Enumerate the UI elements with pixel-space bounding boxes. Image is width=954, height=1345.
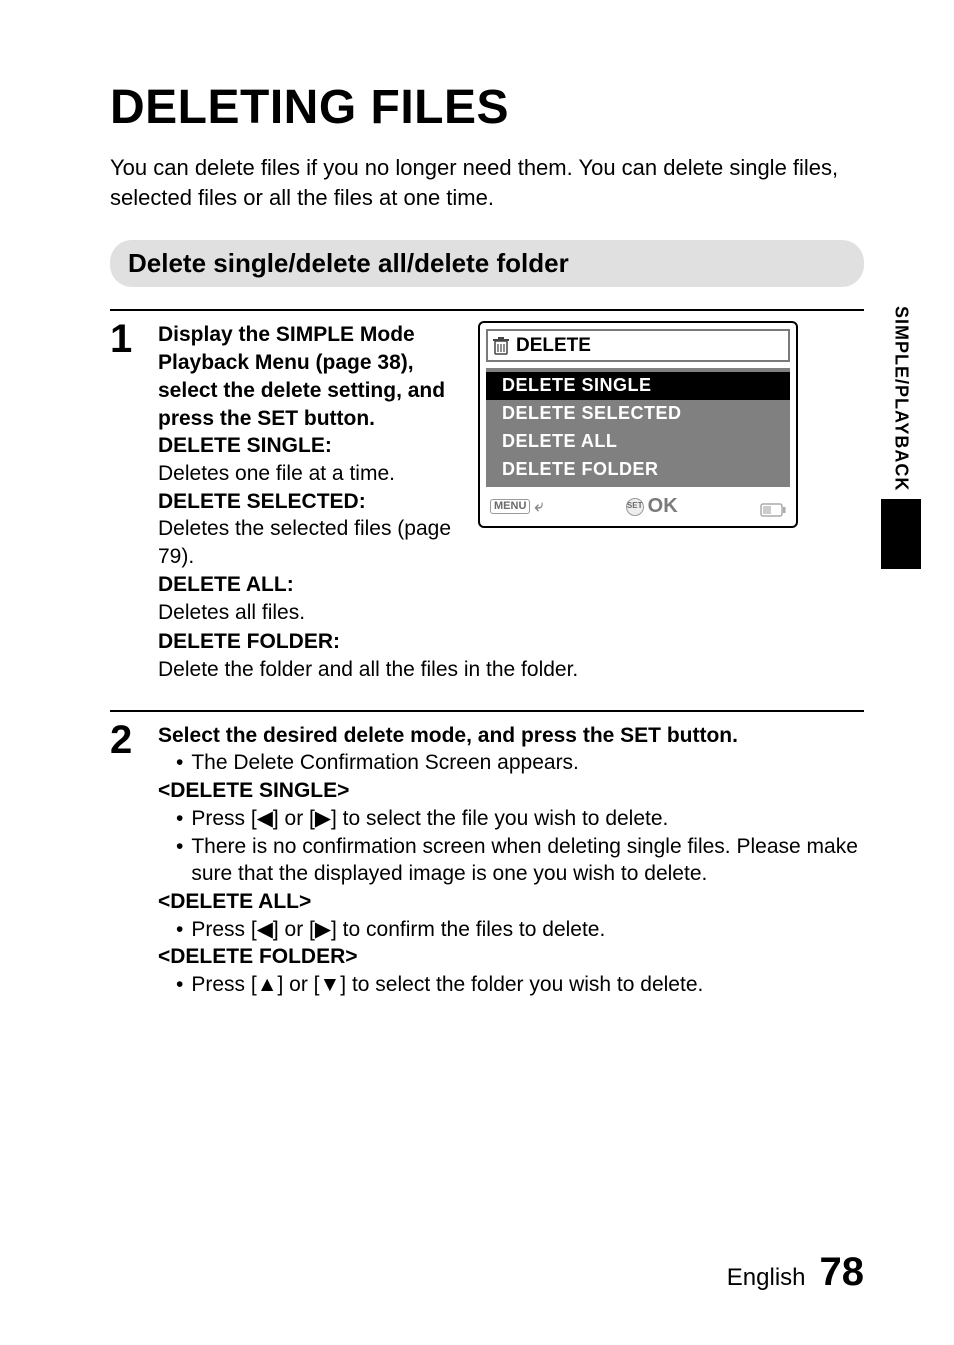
step-number: 1 <box>110 321 138 357</box>
step2-group0-bullet0: Press [◀] or [▶] to select the file you … <box>191 805 864 833</box>
bullet-dot: • <box>176 833 183 888</box>
footer-page-number: 78 <box>820 1250 865 1295</box>
return-arrow-icon: ⤶ <box>534 496 543 517</box>
section-heading: Delete single/delete all/delete folder <box>110 240 864 287</box>
side-tab-label: SIMPLE/PLAYBACK <box>887 300 916 497</box>
menu-option-delete-all[interactable]: DELETE ALL <box>486 428 790 456</box>
bullet-dot: • <box>176 749 183 777</box>
menu-option-delete-selected[interactable]: DELETE SELECTED <box>486 400 790 428</box>
step2-group1-heading: <DELETE ALL> <box>158 890 311 913</box>
bullet-dot: • <box>176 971 183 999</box>
menu-footer: MENU ⤶ SET OK <box>486 487 790 519</box>
battery-icon <box>760 500 786 514</box>
footer-language: English <box>727 1264 806 1292</box>
step1-item1-desc: Deletes the selected files (page 79). <box>158 517 451 568</box>
page-title: DELETING FILES <box>110 80 864 135</box>
set-icon[interactable]: SET <box>626 498 644 516</box>
step1-item2-label: DELETE ALL: <box>158 573 294 596</box>
step-1: 1 Display the SIMPLE Mode Playback Menu … <box>110 309 864 683</box>
menu-option-delete-folder[interactable]: DELETE FOLDER <box>486 456 790 484</box>
step-2: 2 Select the desired delete mode, and pr… <box>110 710 864 999</box>
step-number: 2 <box>110 722 138 758</box>
step1-item1-label: DELETE SELECTED: <box>158 490 366 513</box>
step2-group0-heading: <DELETE SINGLE> <box>158 779 349 802</box>
step1-lead: Display the SIMPLE Mode Playback Menu (p… <box>158 323 445 429</box>
step1-item3-label: DELETE FOLDER: <box>158 630 340 653</box>
side-tab-marker <box>881 499 921 569</box>
bullet-dot: • <box>176 916 183 944</box>
side-tab: SIMPLE/PLAYBACK <box>878 300 924 580</box>
step2-lead-bullet: The Delete Confirmation Screen appears. <box>191 749 864 777</box>
step1-item0-label: DELETE SINGLE: <box>158 434 332 457</box>
step2-group1-bullet0: Press [◀] or [▶] to confirm the files to… <box>191 916 864 944</box>
step2-lead: Select the desired delete mode, and pres… <box>158 724 738 747</box>
bullet-dot: • <box>176 805 183 833</box>
step2-group0-bullet1: There is no confirmation screen when del… <box>191 833 864 888</box>
step1-item3-desc: Delete the folder and all the files in t… <box>158 658 578 681</box>
menu-title: DELETE <box>516 333 591 358</box>
menu-title-row: DELETE <box>486 329 790 362</box>
intro-text: You can delete files if you no longer ne… <box>110 153 864 212</box>
trash-icon <box>492 336 510 356</box>
menu-back-badge[interactable]: MENU <box>490 499 530 514</box>
step1-item2-desc: Deletes all files. <box>158 601 305 624</box>
menu-options: DELETE SINGLE DELETE SELECTED DELETE ALL… <box>486 368 790 487</box>
step1-item0-desc: Deletes one file at a time. <box>158 462 395 485</box>
delete-menu-screen: DELETE DELETE SINGLE DELETE SELECTED DEL… <box>478 321 798 527</box>
step2-group2-heading: <DELETE FOLDER> <box>158 945 358 968</box>
menu-option-delete-single[interactable]: DELETE SINGLE <box>486 372 790 400</box>
menu-ok-label: OK <box>648 493 678 519</box>
page-footer: English 78 <box>727 1250 864 1295</box>
step2-group2-bullet0: Press [▲] or [▼] to select the folder yo… <box>191 971 864 999</box>
